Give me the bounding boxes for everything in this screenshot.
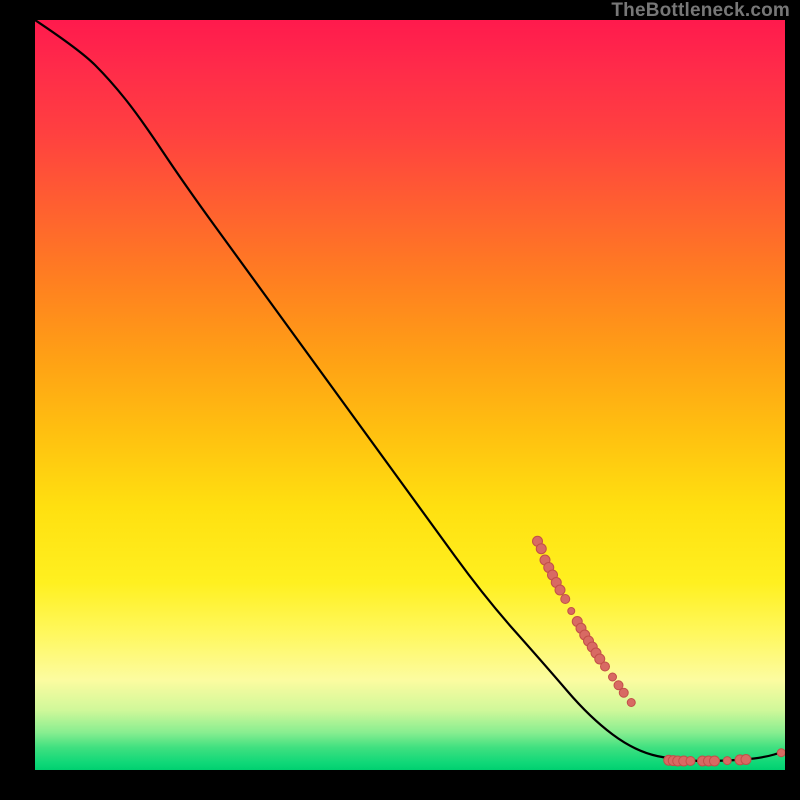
data-point — [723, 757, 731, 765]
plot-area — [35, 20, 785, 770]
chart-svg — [35, 20, 785, 770]
bottleneck-curve — [35, 20, 785, 761]
data-point — [741, 755, 751, 765]
data-point — [555, 585, 565, 595]
data-point — [686, 757, 695, 766]
data-point — [561, 595, 570, 604]
chart-stage: TheBottleneck.com — [0, 0, 800, 800]
watermark-text: TheBottleneck.com — [611, 0, 790, 22]
data-point — [609, 673, 617, 681]
data-point — [627, 699, 635, 707]
data-point — [619, 688, 628, 697]
data-point — [777, 749, 785, 757]
data-point — [536, 544, 546, 554]
data-point — [710, 756, 720, 766]
data-points — [533, 536, 786, 766]
data-point — [568, 608, 575, 615]
data-point — [601, 662, 610, 671]
